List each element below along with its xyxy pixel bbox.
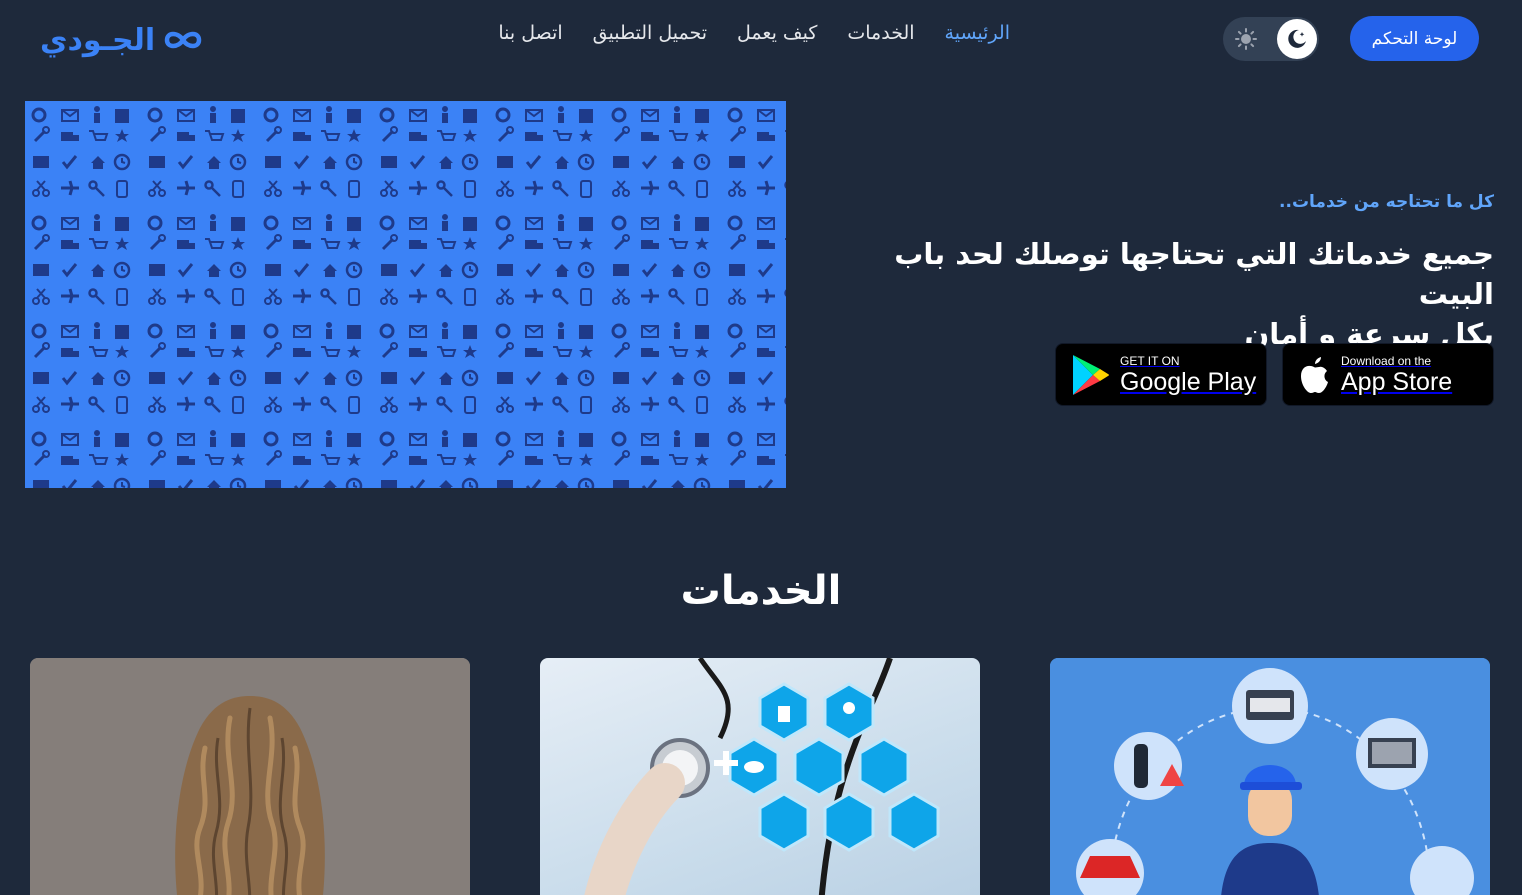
app-store-small: Download on the — [1341, 353, 1432, 368]
hero-title-line1: جميع خدماتك التي تحتاجها توصلك لحد باب ا… — [894, 237, 1494, 311]
app-store-button[interactable]: Download on the App Store — [1282, 343, 1494, 406]
store-badges: GET IT ON Google Play Download on the Ap… — [1055, 343, 1494, 406]
theme-toggle-knob[interactable] — [1277, 19, 1317, 59]
google-play-icon — [1073, 354, 1109, 395]
theme-toggle[interactable] — [1223, 17, 1319, 61]
car-mechanic-image — [1050, 658, 1490, 895]
hair-care-image — [30, 658, 470, 895]
apple-icon — [1301, 356, 1328, 393]
google-play-big: Google Play — [1120, 367, 1257, 396]
service-card-medical[interactable] — [540, 658, 980, 895]
site-header: الجـودي الرئيسية الخدمات كيف يعمل تحميل … — [0, 0, 1522, 80]
service-card-mechanic[interactable] — [1050, 658, 1490, 895]
google-play-small: GET IT ON — [1120, 353, 1180, 368]
nav-how-it-works[interactable]: كيف يعمل — [737, 22, 817, 44]
nav-services[interactable]: الخدمات — [847, 22, 914, 44]
sun-icon — [1235, 28, 1257, 50]
dashboard-button[interactable]: لوحة التحكم — [1350, 16, 1479, 61]
infinity-icon — [164, 31, 202, 49]
hero-title: جميع خدماتك التي تحتاجها توصلك لحد باب ا… — [814, 234, 1494, 354]
app-store-big: App Store — [1341, 367, 1453, 396]
medical-stethoscope-image — [584, 658, 940, 895]
hero-pattern-image — [25, 101, 786, 488]
nav-home[interactable]: الرئيسية — [945, 22, 1010, 44]
services-title: الخدمات — [680, 568, 842, 614]
services-icon-pattern — [25, 101, 786, 488]
nav-contact[interactable]: اتصل بنا — [498, 22, 562, 44]
logo[interactable]: الجـودي — [40, 18, 205, 62]
main-nav: الرئيسية الخدمات كيف يعمل تحميل التطبيق … — [410, 22, 1010, 44]
service-card-hair[interactable] — [30, 658, 470, 895]
google-play-button[interactable]: GET IT ON Google Play — [1055, 343, 1267, 406]
moon-icon — [1288, 29, 1306, 48]
hero-subtitle: كل ما تحتاجه من خدمات.. — [1279, 192, 1494, 212]
logo-text: الجـودي — [40, 22, 156, 58]
hero-text: كل ما تحتاجه من خدمات.. جميع خدماتك التي… — [814, 192, 1494, 354]
nav-download-app[interactable]: تحميل التطبيق — [593, 22, 707, 44]
